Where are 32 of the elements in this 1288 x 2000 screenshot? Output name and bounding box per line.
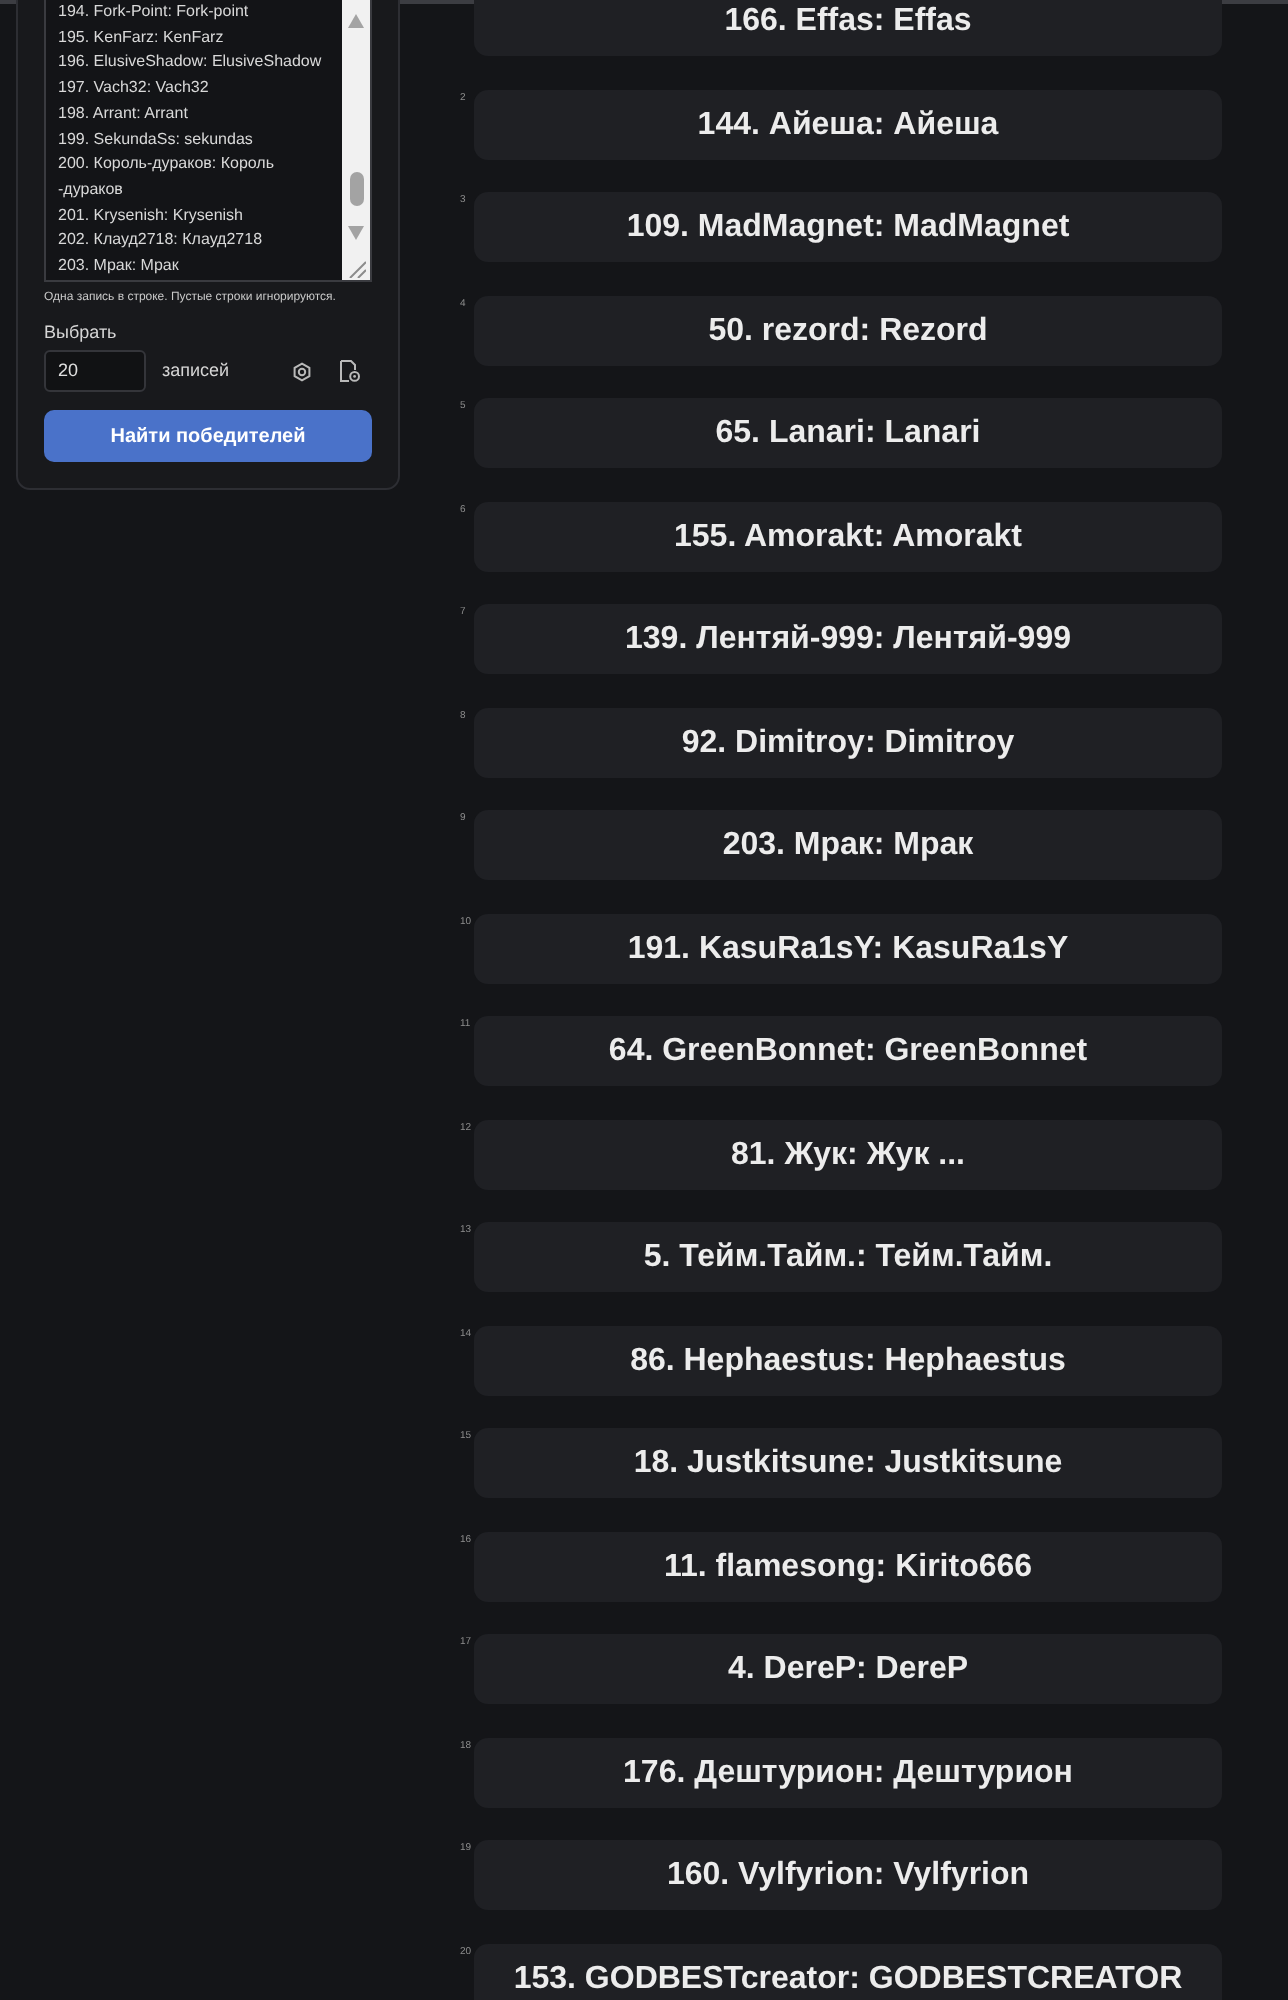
field-label: Выбрать (44, 322, 119, 344)
scrollbar-thumb[interactable] (349, 172, 363, 206)
winner-entry: 65. Lanari: Lanari (474, 398, 1222, 469)
find-winners-button[interactable]: Найти победителей (44, 410, 372, 462)
winner-entry: 144. Айеша: Айеша (474, 89, 1222, 160)
winner-entry: 5. Тейм.Тайм.: Тейм.Тайм. (474, 1222, 1222, 1293)
winner-entry: 11. flamesong: Kirito666 (474, 1531, 1222, 1602)
winner-entry: 81. Жук: Жук ... (474, 1119, 1222, 1190)
resize-grip-icon[interactable] (347, 260, 365, 278)
winner-entry: 191. KasuRa1sY: KasuRa1sY (474, 913, 1222, 984)
winner-entry: 92. Dimitroy: Dimitroy (474, 707, 1222, 778)
winner-entry: 155. Amorakt: Amorakt (474, 501, 1222, 572)
winner-entry: 86. Hephaestus: Hephaestus (474, 1325, 1222, 1396)
count-field[interactable]: 20 (44, 350, 146, 392)
winner-entry: 176. Дештурион: Дештурион (474, 1737, 1222, 1808)
winner-entry: 4. DereP: DereP (474, 1634, 1222, 1705)
scroll-up-icon[interactable] (348, 14, 364, 28)
winner-entry: 64. GreenBonnet: GreenBonnet (474, 1016, 1222, 1087)
entries-field[interactable]: 194. Fork-Point: Fork-point 195. KenFarz: KenFarz 196. ElusiveShadow: ElusiveShadow 197. Vach32: Vach32 198. Arrant: Arrant 199. SekundaSs: sekundas 200. Король-дураков: Король -дураков 201. Krysenish: Krysenish 202. Клауд2718: Клауд2718 203. Мрак: Мрак (44, 0, 372, 282)
winner-entry: 139. Лентяй-999: Лентяй-999 (474, 604, 1222, 675)
winner-entry: 166. Effas: Effas (474, 0, 1222, 57)
scrollbar[interactable] (342, 0, 370, 280)
winner-entry: 109. MadMagnet: MadMagnet (474, 192, 1222, 263)
settings-icon[interactable] (292, 361, 312, 381)
winner-entry: 153. GODBESTcreator: GODBESTCREATOR (474, 1943, 1222, 2000)
winner-entry: 50. rezord: Rezord (474, 295, 1222, 366)
scroll-down-icon[interactable] (348, 226, 364, 240)
document-icon[interactable] (340, 360, 360, 382)
winner-entry: 203. Мрак: Мрак (474, 810, 1222, 881)
unit-label: записей (162, 359, 230, 379)
winner-entry: 18. Justkitsune: Justkitsune (474, 1428, 1222, 1499)
winner-entry: 160. Vylfyrion: Vylfyrion (474, 1840, 1222, 1911)
